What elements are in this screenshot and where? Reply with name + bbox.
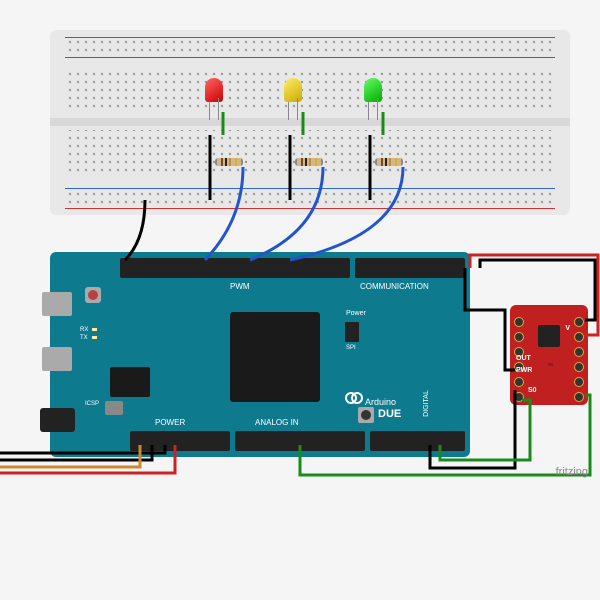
- pwm-label: PWM: [230, 282, 250, 291]
- secondary-chip: [110, 367, 150, 397]
- power-led-label: Power: [346, 310, 366, 317]
- resistor-2: [295, 158, 323, 166]
- wire-sensor-pin: [465, 268, 515, 370]
- breadboard: [50, 30, 570, 215]
- circuit-diagram: Arduino DUE COMMUNICATION POWER ANALOG I…: [0, 0, 600, 600]
- board-model: DUE: [378, 408, 401, 420]
- header-digital-pwm: [120, 258, 350, 278]
- sensor-chip: [538, 325, 560, 347]
- sensor-breakout-board: OUT PWR S0 V: [510, 305, 588, 405]
- regulator: [105, 401, 123, 415]
- icsp-label: ICSP: [85, 401, 99, 407]
- arduino-logo-icon: [345, 392, 363, 404]
- tx-led-icon: [92, 336, 97, 339]
- tx-led-label: TX: [80, 335, 88, 341]
- sensor-vin-label: V: [565, 325, 570, 332]
- led-green: [364, 78, 382, 102]
- power-label: POWER: [155, 418, 185, 427]
- sensor-s0-label: S0: [528, 387, 537, 394]
- led-yellow: [284, 78, 302, 102]
- erase-button[interactable]: [358, 407, 374, 423]
- sensor-out-label: OUT: [516, 355, 531, 362]
- breadboard-holes: [50, 30, 570, 215]
- attribution-text: fritzing: [556, 466, 588, 478]
- board-brand: Arduino: [365, 397, 396, 407]
- led-red: [205, 78, 223, 102]
- sensor-led-icon: [548, 363, 553, 366]
- reset-button[interactable]: [85, 287, 101, 303]
- usb-programming-port: [42, 292, 72, 316]
- resistor-3: [375, 158, 403, 166]
- rx-led-icon: [92, 328, 97, 331]
- analog-in-label: ANALOG IN: [255, 418, 299, 427]
- sensor-right-pins: [574, 317, 584, 402]
- digital-label: DIGITAL: [423, 390, 430, 417]
- main-chip: [230, 312, 320, 402]
- header-digital-2x: [370, 431, 465, 451]
- header-power: [130, 431, 230, 451]
- communication-label: COMMUNICATION: [360, 282, 429, 291]
- arduino-due-board: Arduino DUE COMMUNICATION POWER ANALOG I…: [50, 252, 470, 457]
- sensor-pwr-label: PWR: [516, 367, 532, 374]
- resistor-1: [215, 158, 243, 166]
- spi-label: SPI: [346, 345, 356, 351]
- usb-native-port: [42, 347, 72, 371]
- spi-header: [345, 322, 359, 342]
- header-communication: [355, 258, 465, 278]
- rx-led-label: RX: [80, 327, 88, 333]
- power-jack: [40, 408, 75, 432]
- header-analog-in: [235, 431, 365, 451]
